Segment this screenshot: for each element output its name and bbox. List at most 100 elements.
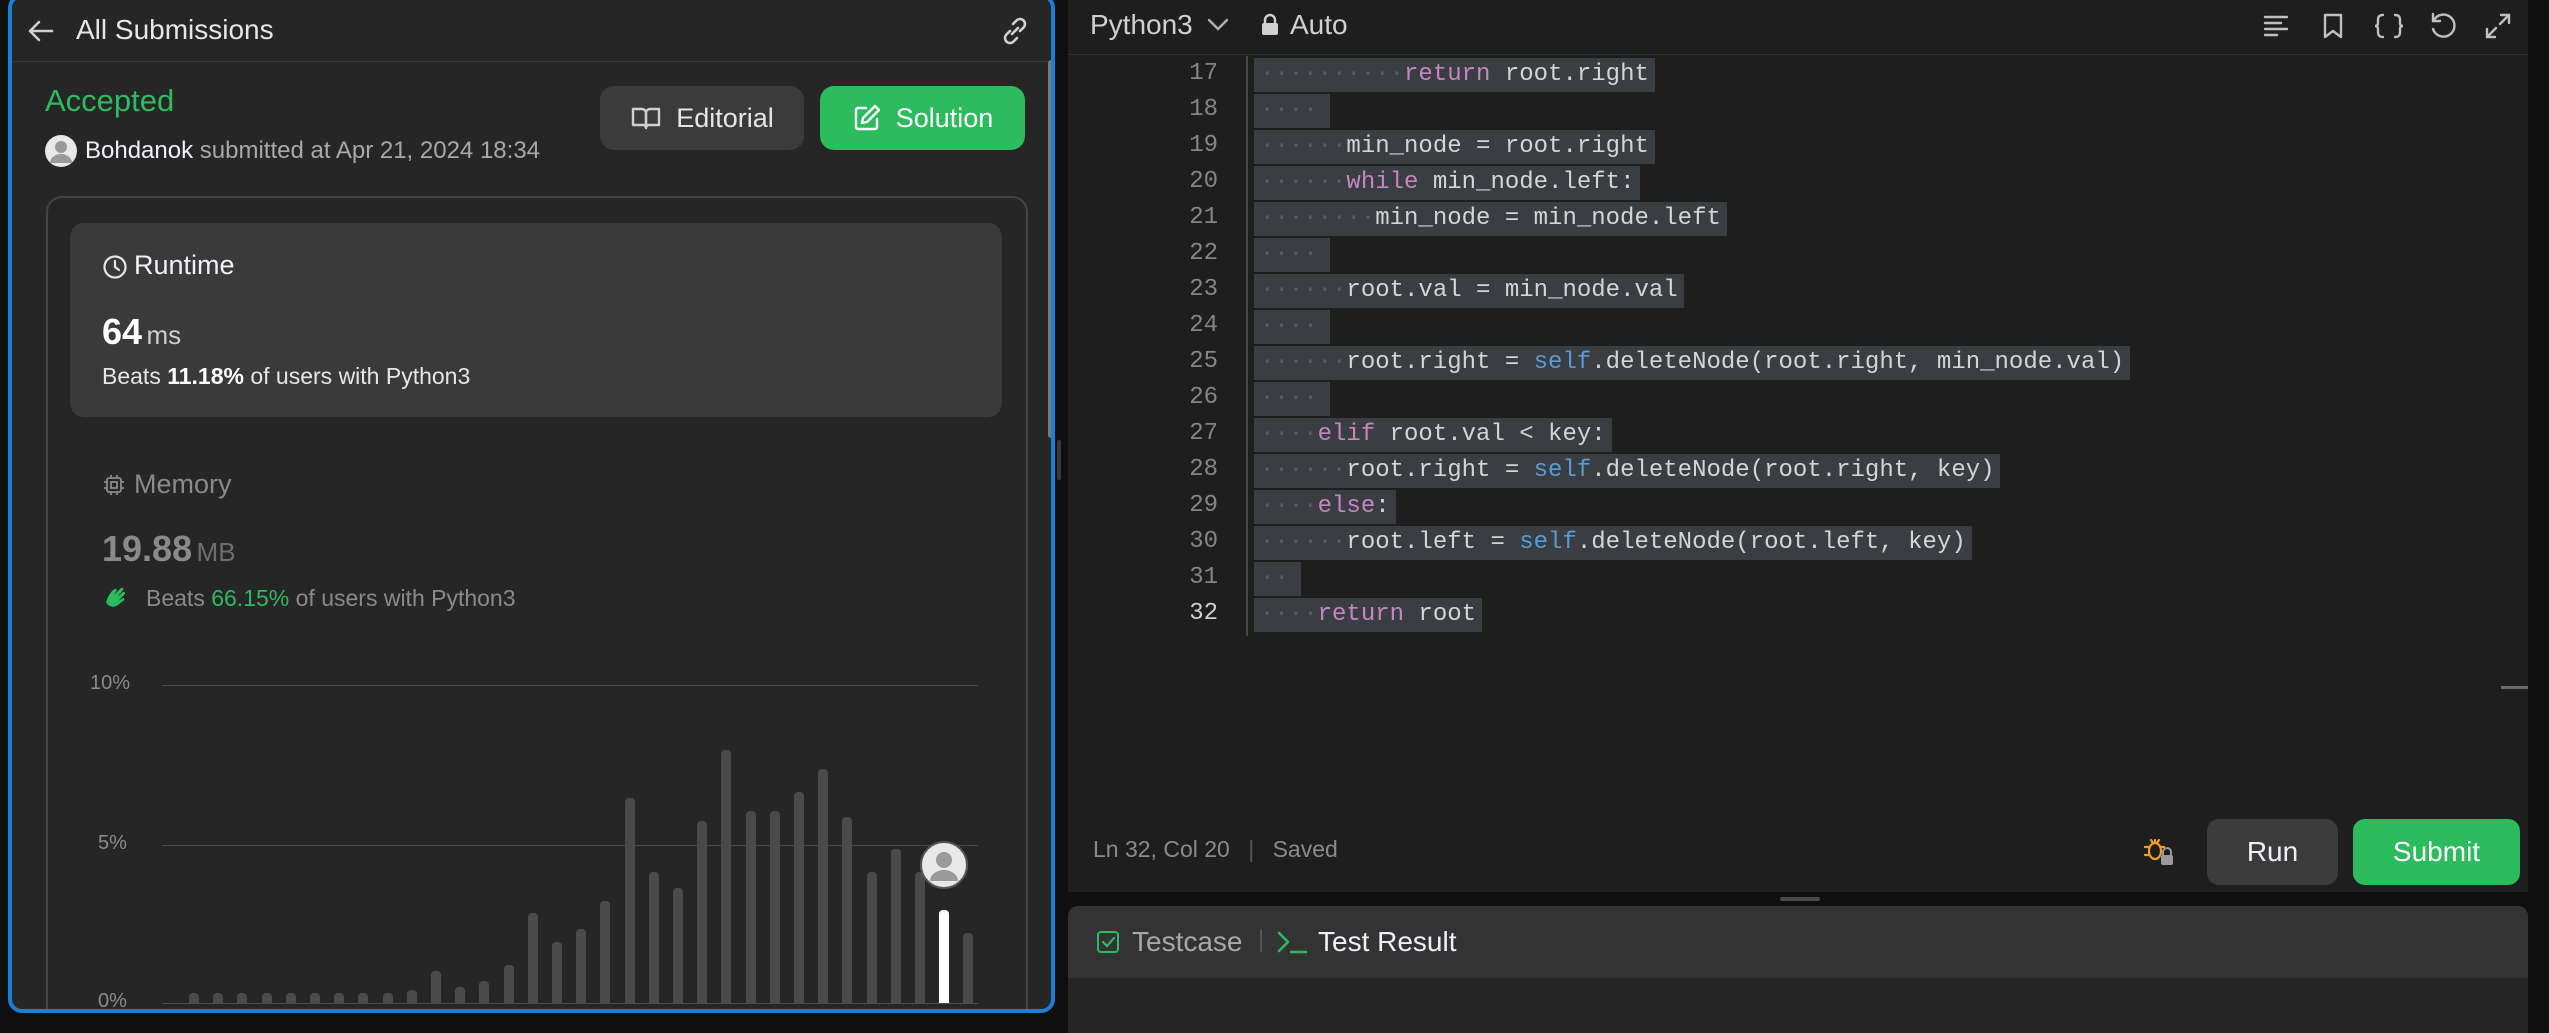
user-runtime-bar[interactable] [939,910,950,1003]
code-area[interactable]: 17 ··········return root.right 18 ···· 19 ···… [1068,56,2508,656]
code-line[interactable]: 19 ······min_node = root.right [1068,128,2508,164]
runtime-card[interactable]: Runtime 64 ms Beats 11.18% of users with… [70,223,1002,417]
code-line[interactable]: 32 ····return root [1068,596,2508,632]
distribution-bar[interactable] [479,980,490,1003]
distribution-bar[interactable] [963,932,974,1003]
distribution-bar[interactable] [721,750,732,1003]
code-line[interactable]: 26 ···· [1068,380,2508,416]
distribution-bar[interactable] [358,993,369,1003]
back-arrow-icon[interactable] [26,16,56,46]
distribution-bar[interactable] [648,871,659,1003]
code-line[interactable]: 18 ···· [1068,92,2508,128]
vertical-resize-handle[interactable] [1057,440,1061,480]
line-number: 19 [1189,132,1218,159]
saved-status: Saved [1272,836,1338,862]
submission-header: All Submissions [12,0,1051,62]
code-line[interactable]: 22 ···· [1068,236,2508,272]
distribution-bar[interactable] [745,811,756,1003]
line-number: 22 [1189,240,1218,267]
code-text: ···· [1260,241,1318,268]
solution-button[interactable]: Solution [820,86,1025,150]
distribution-bar[interactable] [915,871,925,1003]
reset-icon[interactable] [2428,11,2458,41]
editor-toolbar: Python3 Auto [1068,0,2528,55]
fullscreen-icon[interactable] [2483,11,2513,41]
debug-locked-icon[interactable] [2142,834,2176,868]
submit-button[interactable]: Submit [2353,819,2520,885]
chevron-down-icon [1207,18,1229,32]
author-avatar[interactable] [45,135,77,167]
panel-scrollbar[interactable] [1048,60,1051,438]
braces-icon[interactable] [2372,12,2406,40]
test-result-label: Test Result [1318,926,1457,957]
distribution-bar[interactable] [527,913,538,1003]
code-line[interactable]: 29 ····else: [1068,488,2508,524]
distribution-bar[interactable] [237,993,248,1003]
line-number: 31 [1189,564,1218,591]
memory-beats: Beats 66.15% of users with Python3 [146,585,516,612]
distribution-bar[interactable] [842,817,853,1003]
line-number: 17 [1189,60,1218,87]
all-submissions-link[interactable]: All Submissions [76,14,274,46]
code-line[interactable]: 17 ··········return root.right [1068,56,2508,92]
indent-guide [1246,56,1248,636]
link-icon[interactable] [998,14,1032,48]
distribution-bar[interactable] [794,791,804,1003]
distribution-bar[interactable] [455,987,466,1003]
tab-testcase[interactable]: Testcase [1096,926,1243,958]
distribution-bar[interactable] [285,993,296,1003]
format-icon[interactable] [2262,13,2290,39]
code-line[interactable]: 21 ········min_node = min_node.left [1068,200,2508,236]
code-line[interactable]: 25 ······root.right = self.deleteNode(roo… [1068,344,2508,380]
code-line[interactable]: 20 ······while min_node.left: [1068,164,2508,200]
distribution-bar[interactable] [213,993,224,1003]
submission-status: Accepted [45,83,175,118]
line-number: 27 [1189,420,1218,447]
code-line[interactable]: 24 ···· [1068,308,2508,344]
distribution-bar[interactable] [890,849,901,1003]
bookmark-icon[interactable] [2321,12,2345,40]
mode-indicator[interactable]: Auto [1260,9,1348,41]
user-avatar-marker[interactable] [919,840,969,890]
runtime-beats-prefix: Beats [102,363,161,389]
distribution-bar[interactable] [697,820,708,1003]
distribution-bar[interactable] [552,942,562,1003]
distribution-bar[interactable] [261,993,272,1003]
distribution-bar[interactable] [866,871,877,1003]
clock-icon [102,254,128,280]
distribution-bar[interactable] [624,798,635,1003]
distribution-bar[interactable] [382,993,393,1003]
distribution-bar[interactable] [600,900,611,1003]
panel-resize-handle[interactable] [1780,897,1820,901]
distribution-bar[interactable] [310,993,320,1003]
editorial-button[interactable]: Editorial [600,86,804,150]
language-label: Python3 [1090,9,1193,40]
distribution-bar[interactable] [431,971,441,1003]
code-text: ········min_node = min_node.left [1260,205,1721,232]
run-button[interactable]: Run [2207,819,2338,885]
memory-title: Memory [134,469,232,499]
distribution-bar[interactable] [189,993,199,1003]
code-line[interactable]: 30 ······root.left = self.deleteNode(root… [1068,524,2508,560]
tab-test-result[interactable]: Test Result [1276,926,1457,958]
clap-icon [102,583,130,611]
line-number: 29 [1189,492,1218,519]
code-line[interactable]: 23 ······root.val = min_node.val [1068,272,2508,308]
code-text: ··········return root.right [1260,61,1649,88]
author-name[interactable]: Bohdanok [85,137,193,164]
distribution-bar[interactable] [503,964,514,1003]
distribution-bar[interactable] [576,929,587,1003]
distribution-bar[interactable] [673,887,683,1003]
code-line[interactable]: 27 ····elif root.val < key: [1068,416,2508,452]
code-line[interactable]: 31 ·· [1068,560,2508,596]
language-selector[interactable]: Python3 [1090,9,1229,41]
code-text: ····else: [1260,493,1390,520]
distribution-bar[interactable] [334,993,345,1003]
runtime-value: 64 [102,311,143,352]
memory-section[interactable]: Memory 19.88 MB Beats 66.15% of users wi… [70,453,1002,623]
distribution-bar[interactable] [818,769,829,1003]
distribution-bar[interactable] [769,811,780,1003]
distribution-bar[interactable] [406,990,417,1003]
runtime-unit: ms [146,320,182,350]
code-line[interactable]: 28 ······root.right = self.deleteNode(roo… [1068,452,2508,488]
